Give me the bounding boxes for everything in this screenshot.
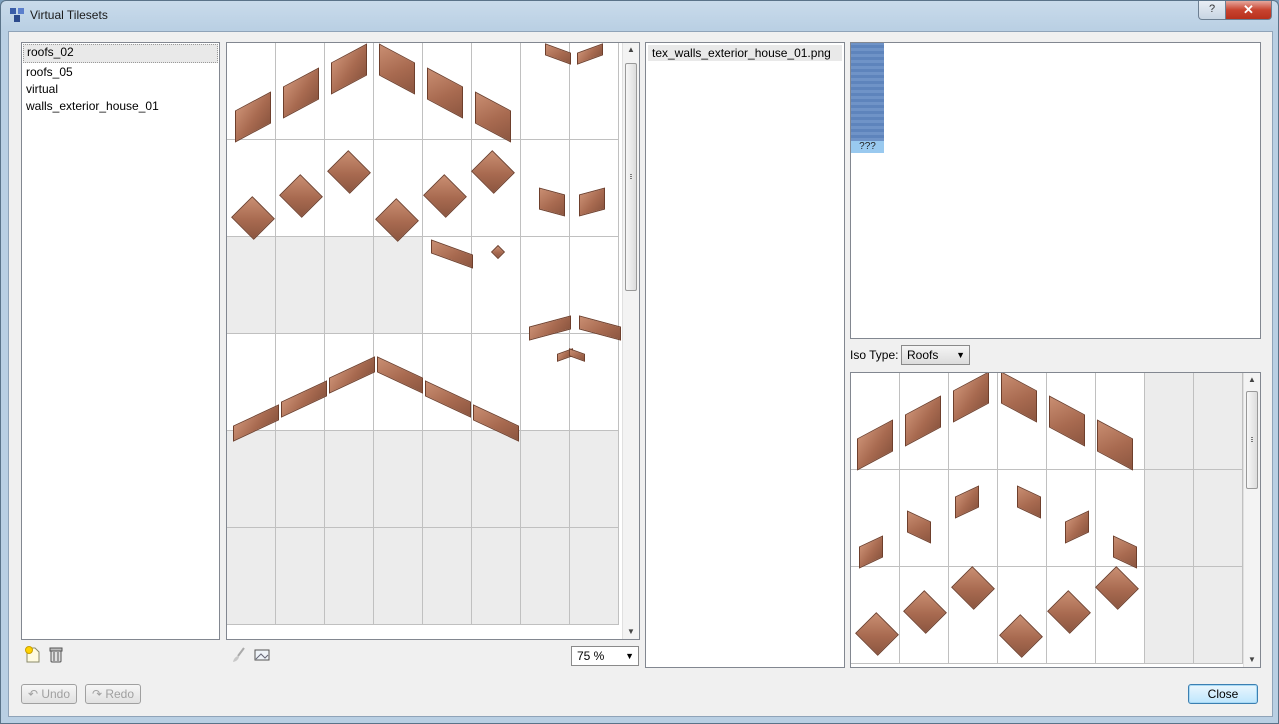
dropdown-arrow-icon: ▼ (956, 350, 965, 360)
tile-cell[interactable] (227, 528, 276, 625)
tile-cell[interactable] (227, 431, 276, 528)
tile-cell[interactable] (1194, 373, 1243, 470)
scroll-up-arrow-icon[interactable]: ▲ (1244, 373, 1260, 387)
scroll-down-arrow-icon[interactable]: ▼ (1244, 653, 1260, 667)
title-bar[interactable]: Virtual Tilesets ? ✕ (1, 1, 1278, 29)
iso-type-label: Iso Type: (850, 348, 899, 362)
new-tileset-icon[interactable] (24, 646, 42, 664)
redo-icon: ↷ (91, 687, 106, 701)
undo-icon: ↶ (27, 687, 42, 701)
tile-cell[interactable] (570, 140, 619, 237)
tileset-editor-grid[interactable]: ▲ ▼ (226, 42, 640, 640)
virtual-tilesets-dialog: Virtual Tilesets ? ✕ roofs_02 roofs_05 vir… (0, 0, 1279, 724)
editor-vertical-scrollbar[interactable]: ▲ ▼ (622, 43, 639, 639)
window-close-button[interactable]: ✕ (1225, 1, 1272, 20)
tile-cell[interactable] (276, 237, 325, 334)
scroll-thumb[interactable] (1246, 391, 1258, 489)
brush-icon[interactable] (230, 646, 248, 664)
tile-cell[interactable] (521, 528, 570, 625)
tile-cell[interactable] (1145, 373, 1194, 470)
tile-cell[interactable] (423, 528, 472, 625)
tile-cell[interactable] (521, 431, 570, 528)
tile-cell[interactable] (374, 528, 423, 625)
undo-button[interactable]: ↶ Undo (21, 684, 77, 704)
tile-cell[interactable] (570, 334, 619, 431)
close-button[interactable]: Close (1188, 684, 1258, 704)
redo-button[interactable]: ↷ Redo (85, 684, 141, 704)
tile-cell[interactable] (325, 431, 374, 528)
tile-cell[interactable] (1145, 567, 1194, 664)
zoom-value: 75 % (577, 649, 605, 663)
undo-label: Undo (41, 687, 71, 701)
tile-cell[interactable] (521, 334, 570, 431)
dialog-client-area: roofs_02 roofs_05 virtual walls_exterior_ho… (8, 31, 1273, 717)
dropdown-arrow-icon: ▼ (625, 651, 634, 661)
tile-cell[interactable] (276, 431, 325, 528)
texture-thumbnail[interactable] (851, 43, 884, 141)
file-list-item[interactable]: tex_walls_exterior_house_01.png (648, 45, 842, 61)
tileset-list-item[interactable]: virtual (22, 81, 219, 98)
grip-icon (1251, 437, 1253, 443)
scroll-up-arrow-icon[interactable]: ▲ (623, 43, 639, 57)
iso-type-select[interactable]: Roofs ▼ (901, 345, 970, 365)
help-button[interactable]: ? (1198, 1, 1226, 20)
scroll-down-arrow-icon[interactable]: ▼ (623, 625, 639, 639)
tileset-list-item[interactable]: roofs_02 (23, 44, 218, 63)
iso-vertical-scrollbar[interactable]: ▲ ▼ (1243, 373, 1260, 667)
tile-cell[interactable] (227, 237, 276, 334)
tile-cell[interactable] (325, 237, 374, 334)
redo-label: Redo (105, 687, 135, 701)
tile-cell[interactable] (1145, 470, 1194, 567)
tile-cell[interactable] (1194, 470, 1243, 567)
tile-cell[interactable] (472, 431, 521, 528)
tileset-list[interactable]: roofs_02 roofs_05 virtual walls_exterior_ho… (21, 42, 220, 640)
tile-cell[interactable] (570, 528, 619, 625)
tile-cell[interactable] (374, 237, 423, 334)
iso-type-preview-grid[interactable]: ▲ ▼ (850, 372, 1261, 668)
tile-cell[interactable] (325, 528, 374, 625)
zoom-select[interactable]: 75 % ▼ (571, 646, 639, 666)
image-file-list[interactable]: tex_walls_exterior_house_01.png (645, 42, 845, 668)
image-icon[interactable] (253, 646, 271, 664)
tileset-list-item[interactable]: walls_exterior_house_01 (22, 98, 219, 115)
tileset-list-item[interactable]: roofs_05 (22, 64, 219, 81)
tile-cell[interactable] (276, 528, 325, 625)
tile-cell[interactable] (1194, 567, 1243, 664)
trash-icon[interactable] (47, 646, 65, 664)
tile-cell[interactable] (423, 431, 472, 528)
texture-preview[interactable]: ??? (850, 42, 1261, 339)
texture-thumbnail-label: ??? (851, 141, 884, 153)
tile-cell[interactable] (472, 528, 521, 625)
tile-cell[interactable] (374, 431, 423, 528)
window-title: Virtual Tilesets (30, 8, 108, 22)
tile-cell[interactable] (998, 470, 1047, 567)
grip-icon (630, 174, 632, 180)
scroll-thumb[interactable] (625, 63, 637, 291)
tile-cell[interactable] (570, 431, 619, 528)
tileset-app-icon (10, 8, 24, 22)
tile-cell[interactable] (949, 470, 998, 567)
iso-type-value: Roofs (907, 348, 939, 362)
